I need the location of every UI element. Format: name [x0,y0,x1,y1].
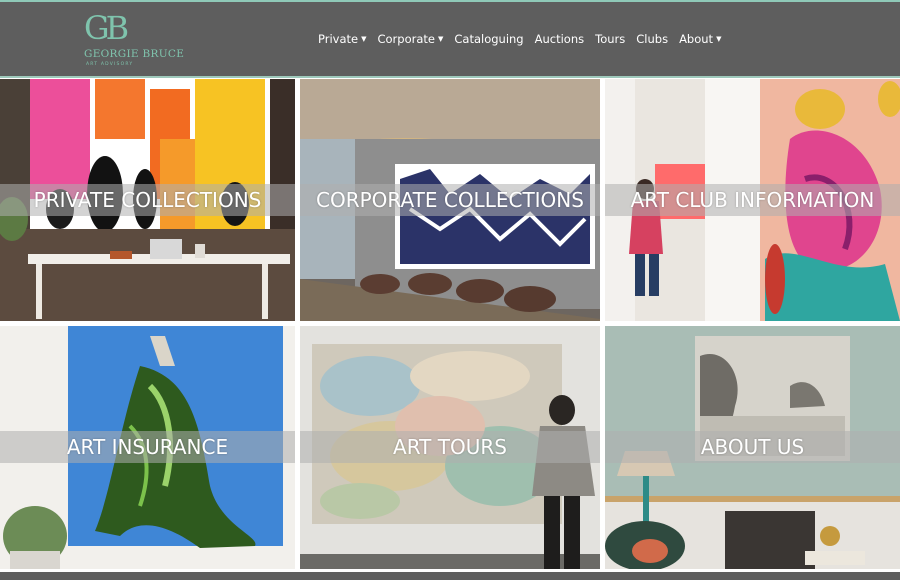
tile-caption: PRIVATE COLLECTIONS [33,188,262,212]
tile-about-us[interactable]: ABOUT US [605,326,900,569]
nav-item-private[interactable]: Private ▼ [318,29,366,49]
site-header: GB GEORGIE BRUCE ART ADVISORY Private ▼ C… [0,2,900,76]
tile-caption: ART INSURANCE [66,435,229,459]
footer-strip [0,572,900,580]
nav-label: About [679,32,714,46]
tile-caption: CORPORATE COLLECTIONS [316,188,584,212]
tile-caption: ABOUT US [700,435,805,459]
header-bottom-border [0,76,900,78]
nav-item-about[interactable]: About ▼ [679,29,721,49]
nav-label: Tours [595,32,626,46]
nav-label: Auctions [534,32,585,46]
nav-item-auctions[interactable]: Auctions [535,29,585,49]
tile-caption: ART CLUB INFORMATION [630,188,875,212]
nav-item-cataloguing[interactable]: Cataloguing [454,29,523,49]
brand-logo[interactable]: GB GEORGIE BRUCE ART ADVISORY [84,12,184,68]
tile-caption: ART TOURS [393,435,507,459]
caret-down-icon: ▼ [716,35,722,43]
caret-down-icon: ▼ [361,35,367,43]
logo-wordmark: GEORGIE BRUCE [84,48,185,60]
logo-monogram: GB [84,9,129,47]
tile-art-insurance[interactable]: ART INSURANCE [0,326,295,569]
tile-corporate-collections[interactable]: CORPORATE COLLECTIONS [300,79,600,321]
nav-label: Clubs [636,32,669,46]
nav-item-tours[interactable]: Tours [595,29,625,49]
nav-label: Cataloguing [454,32,524,46]
logo-tagline: ART ADVISORY [86,62,134,67]
nav-item-corporate[interactable]: Corporate ▼ [377,29,443,49]
nav-label: Private [318,32,359,46]
nav-label: Corporate [377,32,435,46]
tile-art-tours[interactable]: ART TOURS [300,326,600,569]
nav-item-clubs[interactable]: Clubs [636,29,668,49]
tile-private-collections[interactable]: PRIVATE COLLECTIONS [0,79,295,321]
main-nav: Private ▼ Corporate ▼ Cataloguing Auctions… [318,29,721,49]
tile-art-club-information[interactable]: ART CLUB INFORMATION [605,79,900,321]
caret-down-icon: ▼ [437,35,444,43]
